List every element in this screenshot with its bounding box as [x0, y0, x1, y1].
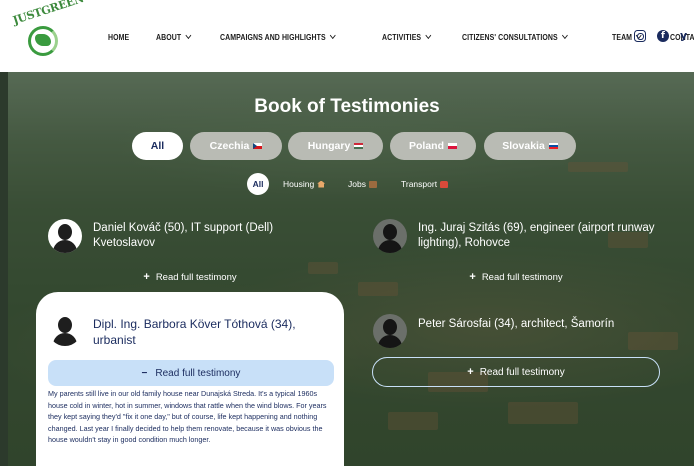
filter-topic-transport[interactable]: Transport: [401, 173, 449, 195]
avatar: [373, 314, 407, 348]
filter-topic-all[interactable]: All: [247, 173, 269, 195]
plus-icon: +: [467, 366, 474, 378]
nav-campaigns[interactable]: CAMPAIGNS AND HIGHLIGHTS: [220, 31, 336, 42]
justgreen-logo[interactable]: JUSTGREEN: [11, 0, 85, 64]
slovakia-flag-icon: [548, 143, 558, 149]
czech-flag-icon: [253, 143, 263, 149]
bus-icon: [440, 180, 449, 188]
read-testimony-button[interactable]: + Read full testimony: [372, 357, 660, 387]
main-nav: HOME ABOUT CAMPAIGNS AND HIGHLIGHTS ACTI…: [108, 30, 694, 44]
facebook-icon[interactable]: f: [657, 30, 669, 42]
filter-topic-housing[interactable]: Housing: [283, 173, 326, 195]
page-title: Book of Testimonies: [254, 96, 440, 117]
avatar: [373, 219, 407, 253]
avatar: [48, 219, 82, 253]
plus-icon: +: [143, 271, 150, 283]
site-header: JUSTGREEN HOME ABOUT CAMPAIGNS AND HIGHL…: [0, 0, 694, 72]
avatar: [48, 312, 82, 346]
nav-consultations[interactable]: CITIZENS' CONSULTATIONS: [462, 31, 568, 42]
collapse-testimony-button[interactable]: − Read full testimony: [48, 360, 334, 386]
filter-country-czechia[interactable]: Czechia: [190, 132, 282, 160]
nav-about[interactable]: ABOUT: [156, 31, 191, 42]
testimony-name: Daniel Kováč (50), IT support (Dell) Kve…: [93, 222, 274, 249]
filter-country-slovakia[interactable]: Slovakia: [484, 132, 576, 160]
house-icon: [317, 180, 326, 188]
filter-country-all[interactable]: All: [132, 132, 183, 160]
read-testimony-button[interactable]: + Read full testimony: [372, 270, 660, 284]
filter-topic-jobs[interactable]: Jobs: [348, 173, 377, 195]
nav-activities[interactable]: ACTIVITIES: [382, 31, 431, 42]
twitter-icon[interactable]: y: [680, 30, 692, 42]
filter-country-hungary[interactable]: Hungary: [288, 132, 383, 160]
chevron-down-icon: [562, 31, 568, 40]
poland-flag-icon: [448, 143, 457, 149]
testimony-name: Ing. Juraj Szitás (69), engineer (airpor…: [418, 222, 655, 249]
logo-wordmark: JUSTGREEN: [11, 0, 86, 28]
filter-country-poland[interactable]: Poland: [390, 132, 476, 160]
minus-icon: −: [141, 367, 148, 379]
instagram-icon[interactable]: [634, 30, 646, 42]
chevron-down-icon: [424, 31, 431, 40]
chevron-down-icon: [329, 31, 336, 40]
read-testimony-button[interactable]: + Read full testimony: [48, 270, 332, 284]
nav-home[interactable]: HOME: [108, 32, 129, 42]
testimony-name: Dipl. Ing. Barbora Köver Tóthová (34), u…: [93, 317, 296, 347]
briefcase-icon: [368, 180, 377, 188]
plus-icon: +: [469, 271, 476, 283]
testimony-name: Peter Sárosfai (34), architect, Šamorín: [418, 318, 615, 330]
hungary-flag-icon: [354, 143, 364, 149]
chevron-down-icon: [185, 31, 191, 40]
handshake-icon: [35, 34, 51, 46]
testimony-text: My parents still live in our old family …: [48, 389, 327, 444]
